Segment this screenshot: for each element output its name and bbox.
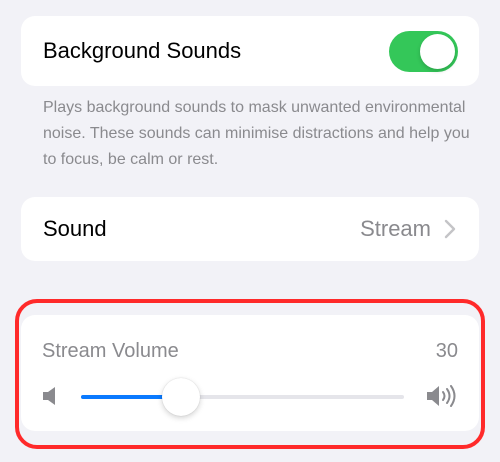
toggle-knob: [420, 34, 455, 69]
speaker-high-icon: [427, 385, 456, 407]
chevron-right-icon: [444, 219, 456, 239]
stream-volume-slider[interactable]: [81, 378, 404, 416]
stream-volume-label: Stream Volume: [42, 340, 179, 362]
background-sounds-row: Background Sounds: [21, 16, 479, 86]
stream-volume-card: Stream Volume 30: [21, 315, 479, 431]
background-sounds-toggle[interactable]: [389, 31, 458, 72]
sound-row[interactable]: Sound Stream: [21, 197, 479, 261]
slider-thumb[interactable]: [162, 378, 200, 416]
speaker-low-icon: [43, 387, 55, 405]
background-sounds-footnote: Plays background sounds to mask unwanted…: [43, 99, 470, 168]
stream-volume-value: 30: [435, 340, 458, 362]
sound-label: Sound: [43, 216, 107, 241]
sound-value: Stream: [360, 216, 431, 241]
background-sounds-label: Background Sounds: [43, 38, 242, 63]
